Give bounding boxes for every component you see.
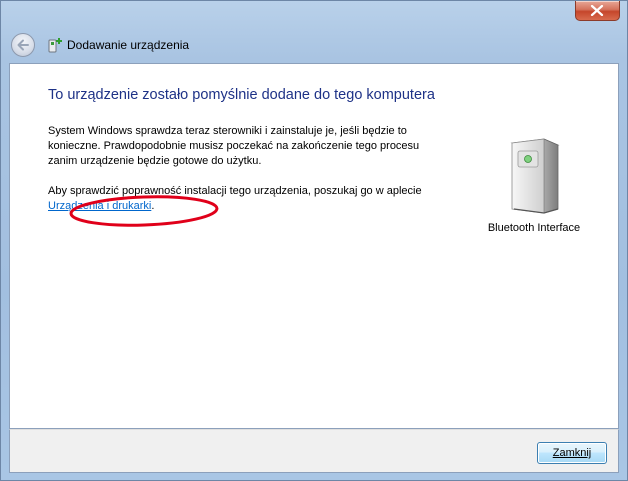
wizard-content: To urządzenie zostało pomyślnie dodane d… — [9, 63, 619, 429]
add-device-icon — [48, 38, 62, 53]
wizard-footer: Zamknij — [9, 429, 619, 473]
window-close-button[interactable] — [575, 1, 620, 21]
instructions-paragraph: Aby sprawdzić poprawność instalacji tego… — [48, 184, 428, 214]
device-tower-icon — [510, 138, 560, 214]
wizard-title: Dodawanie urządzenia — [67, 38, 190, 52]
window-frame: Dodawanie urządzenia To urządzenie zosta… — [0, 0, 628, 481]
close-icon — [590, 5, 604, 16]
page-heading: To urządzenie zostało pomyślnie dodane d… — [48, 87, 435, 103]
close-button[interactable]: Zamknij — [537, 442, 607, 464]
instructions-suffix: . — [151, 200, 155, 212]
title-bar — [1, 1, 627, 31]
back-arrow-icon — [17, 39, 29, 51]
instructions-prefix: Aby sprawdzić poprawność instalacji tego… — [48, 185, 422, 197]
back-button[interactable] — [11, 33, 35, 57]
status-paragraph: System Windows sprawdza teraz sterowniki… — [48, 125, 420, 167]
wizard-nav-bar: Dodawanie urządzenia — [9, 31, 619, 61]
device-name-label: Bluetooth Interface — [487, 222, 581, 234]
devices-and-printers-link[interactable]: Urządzenia i drukarki — [48, 200, 151, 212]
